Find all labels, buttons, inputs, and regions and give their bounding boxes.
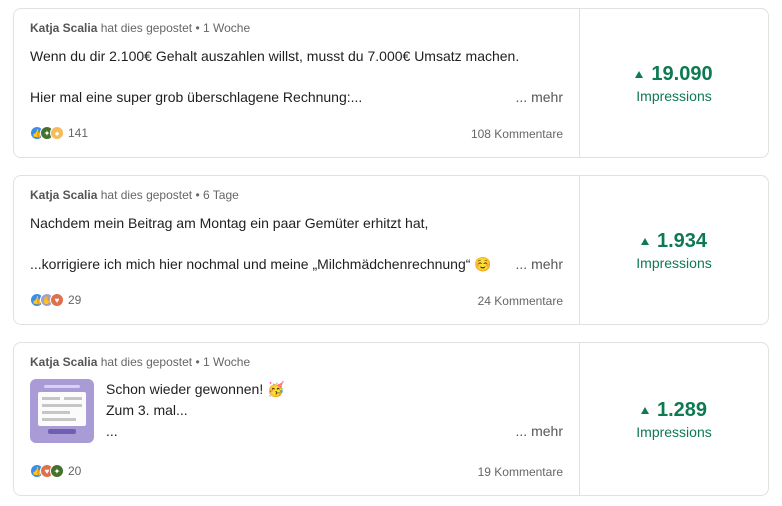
impressions-value: 1.934: [640, 229, 708, 253]
impressions-number: 19.090: [651, 62, 713, 85]
trend-up-icon: [635, 70, 644, 78]
meta-separator: •: [195, 21, 200, 35]
thumbnail-header: [44, 385, 80, 388]
impressions-value: 1.289: [640, 398, 708, 422]
post-text-line: Hier mal eine super grob überschlagene R…: [30, 89, 363, 105]
post-time: 1 Woche: [203, 355, 251, 369]
more-link[interactable]: ... mehr: [516, 256, 563, 272]
post-text-line: Zum 3. mal...: [106, 402, 188, 418]
post-card[interactable]: Katja Scalia hat dies gepostet • 1 Woche…: [13, 342, 769, 496]
comments-count[interactable]: 24 Kommentare: [478, 294, 563, 308]
author-name[interactable]: Katja Scalia: [30, 188, 97, 202]
impressions-value: 19.090: [635, 62, 713, 86]
author-name[interactable]: Katja Scalia: [30, 21, 97, 35]
post-text-line: ...: [106, 423, 118, 439]
impressions-number: 1.289: [656, 398, 708, 421]
impressions-panel: 1.289 Impressions: [580, 343, 768, 495]
post-time: 6 Tage: [203, 188, 239, 202]
reactions[interactable]: 👍 ♥ ✦ 20: [30, 464, 81, 478]
author-name[interactable]: Katja Scalia: [30, 355, 97, 369]
post-card[interactable]: Katja Scalia hat dies gepostet • 1 Woche…: [13, 8, 769, 158]
impressions-label: Impressions: [636, 87, 712, 104]
post-text-line: Nachdem mein Beitrag am Montag ein paar …: [30, 215, 429, 231]
post-text-line: ...korrigiere ich mich hier nochmal und …: [30, 256, 492, 272]
post-action: hat dies gepostet: [100, 21, 193, 35]
post-thumbnail[interactable]: [30, 379, 94, 443]
reactions[interactable]: 👍 ✦ ● 141: [30, 126, 88, 140]
celebrate-icon: ✦: [50, 464, 64, 478]
meta-separator: •: [195, 355, 200, 369]
post-body[interactable]: Katja Scalia hat dies gepostet • 1 Woche…: [14, 343, 580, 495]
meta-separator: •: [195, 188, 200, 202]
post-time: 1 Woche: [203, 21, 251, 35]
post-meta: Katja Scalia hat dies gepostet • 6 Tage: [30, 188, 239, 202]
reactions[interactable]: 👍 ✋ ♥ 29: [30, 293, 81, 307]
post-body[interactable]: Katja Scalia hat dies gepostet • 6 Tage …: [14, 176, 580, 324]
trend-up-icon: [640, 406, 649, 414]
thumbnail-badge: [48, 429, 76, 434]
post-meta: Katja Scalia hat dies gepostet • 1 Woche: [30, 355, 250, 369]
post-card[interactable]: Katja Scalia hat dies gepostet • 6 Tage …: [13, 175, 769, 325]
trend-up-icon: [640, 237, 649, 245]
comments-count[interactable]: 19 Kommentare: [478, 465, 563, 479]
comments-count[interactable]: 108 Kommentare: [471, 127, 563, 141]
post-text-line: Wenn du dir 2.100€ Gehalt auszahlen will…: [30, 48, 520, 64]
impressions-panel: 1.934 Impressions: [580, 176, 768, 324]
love-icon: ♥: [50, 293, 64, 307]
post-body[interactable]: Katja Scalia hat dies gepostet • 1 Woche…: [14, 9, 580, 157]
more-link[interactable]: ... mehr: [516, 89, 563, 105]
post-action: hat dies gepostet: [100, 188, 193, 202]
reaction-count: 20: [68, 464, 82, 478]
post-action: hat dies gepostet: [100, 355, 193, 369]
reaction-count: 29: [68, 293, 82, 307]
reaction-count: 141: [68, 126, 89, 140]
impressions-number: 1.934: [656, 229, 708, 252]
impressions-label: Impressions: [636, 423, 712, 440]
impressions-panel: 19.090 Impressions: [580, 9, 768, 157]
insightful-icon: ●: [50, 126, 64, 140]
post-text-line: Schon wieder gewonnen! 🥳: [106, 381, 285, 397]
impressions-label: Impressions: [636, 254, 712, 271]
more-link[interactable]: ... mehr: [516, 423, 563, 439]
post-meta: Katja Scalia hat dies gepostet • 1 Woche: [30, 21, 250, 35]
thumbnail-document: [38, 392, 86, 426]
